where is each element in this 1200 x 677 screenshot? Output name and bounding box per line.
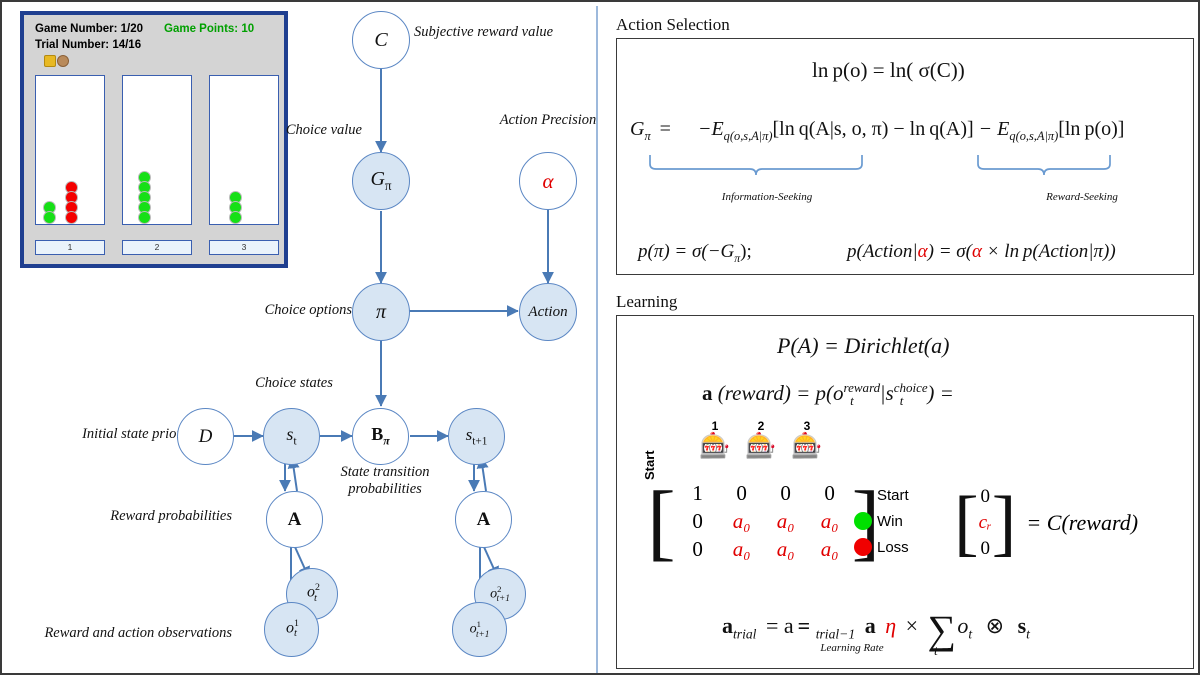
c-reward-equals: = C(reward) — [1026, 510, 1139, 535]
underbraces — [649, 155, 1111, 176]
caption-information-seeking: Information-Seeking — [721, 191, 813, 203]
bracket-left: [ — [647, 472, 676, 569]
matrix-cell: a₀ — [776, 537, 795, 561]
loss-dot-icon — [854, 538, 872, 556]
node-A-t: A — [266, 491, 323, 548]
node-action: Action — [519, 283, 577, 341]
legend-row-start: Start — [854, 482, 909, 508]
equation-a-reward: a (reward) = p(orewardt |schoicet) = — [702, 380, 954, 409]
label-subjective-reward-value: Subjective reward value — [414, 24, 554, 40]
matrix-cells: 1 0 0 0 0 a₀ a₀ a₀ 0 a₀ a₀ a₀ — [676, 480, 852, 562]
legend-row-win: Win — [854, 508, 909, 534]
matrix-cell: 0 — [824, 481, 835, 505]
slot-machine-icon: 🎰 — [791, 433, 823, 460]
column-number-1: 1 — [711, 419, 719, 433]
node-alpha: α — [519, 152, 577, 210]
label-action-precision: Action Precision — [499, 112, 597, 128]
node-o1-t: o1t — [264, 602, 319, 657]
legend-label-start: Start — [877, 486, 909, 504]
matrix-cell: 0 — [692, 509, 703, 533]
legend-label-win: Win — [877, 512, 903, 530]
node-s-t: st — [263, 408, 320, 465]
matrix-cell: 0 — [692, 537, 703, 561]
slot-machine-icons: 🎰 🎰 🎰 — [698, 434, 824, 459]
equation-dirichlet: P(A) = Dirichlet(a) — [777, 333, 950, 358]
matrix-cell: a₀ — [776, 509, 795, 533]
legend-row-loss: Loss — [854, 534, 909, 560]
matrix-column-numbers: 1 2 3 — [698, 419, 824, 433]
node-C: C — [352, 11, 410, 69]
node-A-t-plus-1: A — [455, 491, 512, 548]
legend-label-loss: Loss — [877, 538, 909, 556]
label-choice-states: Choice states — [255, 375, 333, 391]
vector-cell: cᵣ — [978, 512, 992, 533]
node-D: D — [177, 408, 234, 465]
caption-learning-rate: Learning Rate — [820, 642, 884, 654]
matrix-cell: a₀ — [732, 537, 751, 561]
node-G-pi: Gπ — [352, 152, 410, 210]
bracket-left: [ — [954, 481, 979, 564]
vector-cells: 0 cᵣ 0 — [979, 484, 992, 562]
action-selection-title: Action Selection — [616, 15, 730, 34]
matrix-cell: a₀ — [732, 509, 751, 533]
equation-p-action-alpha: p(Action|α) = σ(α × ln p(Action|π)) — [847, 241, 1116, 262]
label-initial-state-prior: Initial state prior — [82, 426, 182, 442]
equation-G-pi: Gπ = −Eq(o,s,A|π)[ln q(A|s, o, π) − ln q… — [630, 118, 1125, 143]
matrix-row-legend: Start Win Loss — [854, 482, 909, 560]
label-choice-value: Choice value — [285, 122, 362, 138]
label-reward-and-action-observations: Reward and action observations — [44, 625, 232, 641]
matrix-cell: a₀ — [820, 537, 839, 561]
win-dot-icon — [854, 512, 872, 530]
matrix-cell: 0 — [780, 481, 791, 505]
C-reward-vector: [ 0 cᵣ 0 ] = C(reward) — [954, 484, 1138, 562]
equation-p-pi: p(π) = σ(−Gπ); — [638, 241, 752, 265]
label-reward-probabilities: Reward probabilities — [110, 508, 232, 524]
node-B-pi: Bπ — [352, 408, 409, 465]
equation-ln-p-o: ln p(o) = ln( σ(C)) — [812, 58, 965, 82]
learning-title: Learning — [616, 292, 678, 311]
label-choice-options: Choice options — [264, 302, 352, 318]
matrix-cell: 0 — [736, 481, 747, 505]
column-number-2: 2 — [757, 419, 765, 433]
matrix-cell: a₀ — [820, 509, 839, 533]
column-number-3: 3 — [803, 419, 811, 433]
label-state-transition-probabilities: State transition probabilities — [340, 464, 430, 497]
caption-reward-seeking: Reward-Seeking — [1046, 191, 1118, 203]
panel-divider — [596, 6, 598, 673]
node-pi: π — [352, 283, 410, 341]
vector-cell: 0 — [980, 538, 990, 559]
A-matrix: [ 1 0 0 0 0 a₀ a₀ a₀ 0 a₀ a₀ a₀ ] — [647, 472, 880, 569]
bracket-right: ] — [991, 481, 1017, 564]
node-s-t-plus-1: st+1 — [448, 408, 505, 465]
slot-machine-icon: 🎰 — [699, 433, 731, 460]
node-o1-t-plus-1: o1t+1 — [452, 602, 507, 657]
vector-cell: 0 — [980, 486, 990, 507]
matrix-cell: 1 — [692, 481, 703, 505]
figure-root: Game Number: 1/20 Game Points: 10 Trial … — [0, 0, 1200, 675]
slot-machine-icon: 🎰 — [745, 433, 777, 460]
generative-model-graph: Subjective reward value Choice value Act… — [2, 2, 596, 677]
